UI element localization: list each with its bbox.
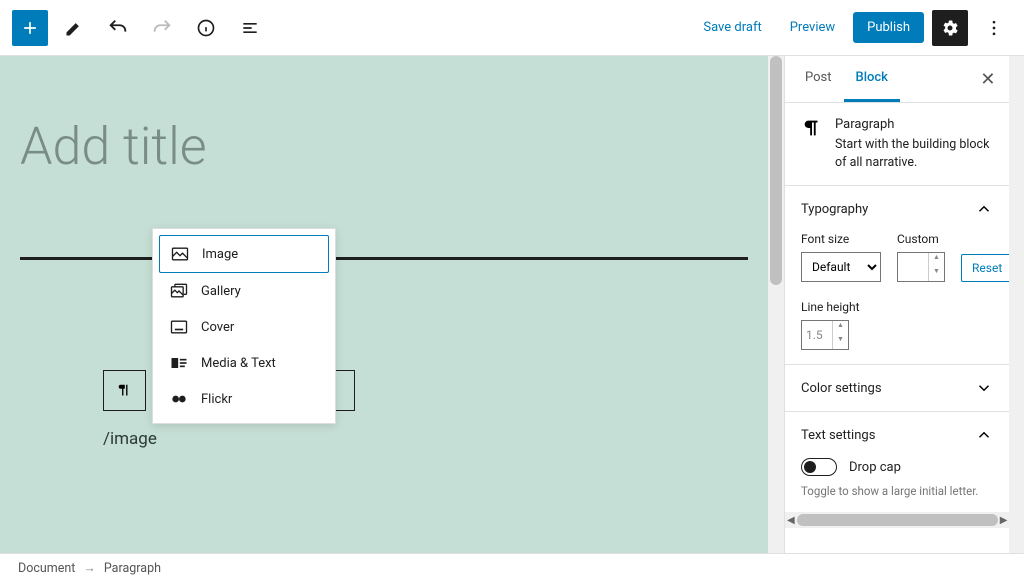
breadcrumb: Document → Paragraph [0,553,1024,583]
text-panel-toggle[interactable]: Text settings [801,426,993,444]
gallery-icon [169,281,189,301]
font-size-select[interactable]: Default [801,252,881,282]
chevron-up-icon [975,426,993,444]
block-type-button[interactable] [103,370,146,411]
popover-item-image[interactable]: Image [159,235,329,273]
line-height-input[interactable] [802,321,832,349]
cover-icon [169,317,189,337]
divider [20,257,748,260]
spin-up[interactable]: ▲ [929,253,944,267]
publish-button[interactable]: Publish [853,12,924,43]
save-draft-button[interactable]: Save draft [693,14,771,41]
block-name: Paragraph [835,117,993,132]
crumb-paragraph[interactable]: Paragraph [104,561,161,576]
editor-canvas[interactable]: /image Image Gallery [0,56,768,553]
paragraph-icon [801,117,823,139]
media-text-icon [169,353,189,373]
typography-panel-toggle[interactable]: Typography [801,200,993,218]
popover-item-cover[interactable]: Cover [159,309,329,345]
crumb-document[interactable]: Document [18,561,75,576]
sidebar-h-scrollbar[interactable]: ◀▶ [785,512,1009,528]
drop-cap-hint: Toggle to show a large initial letter. [801,484,993,498]
tab-block[interactable]: Block [844,56,900,102]
drop-cap-toggle[interactable] [801,458,837,476]
more-options-button[interactable] [976,10,1012,46]
popover-item-gallery[interactable]: Gallery [159,273,329,309]
outline-button[interactable] [232,10,268,46]
editor-scrollbar[interactable] [768,56,784,553]
popover-item-label: Gallery [201,284,241,299]
edit-mode-button[interactable] [56,10,92,46]
chevron-down-icon [975,379,993,397]
popover-item-label: Image [202,247,238,262]
close-sidebar-button[interactable]: ✕ [974,69,1001,90]
popover-item-media-text[interactable]: Media & Text [159,345,329,381]
block-inserter-popover: Image Gallery Cover [152,228,336,424]
popover-item-flickr[interactable]: Flickr [159,381,329,417]
redo-button[interactable] [144,10,180,46]
popover-item-label: Flickr [201,392,232,407]
image-icon [170,244,190,264]
font-size-label: Font size [801,232,881,246]
custom-font-size-input[interactable] [898,253,928,281]
tab-post[interactable]: Post [793,56,844,102]
info-button[interactable] [188,10,224,46]
undo-button[interactable] [100,10,136,46]
chevron-up-icon [975,200,993,218]
reset-button[interactable]: Reset [961,254,1009,282]
settings-button[interactable] [932,10,968,46]
block-description: Start with the building block of all nar… [835,136,993,171]
preview-button[interactable]: Preview [780,14,845,41]
spin-up[interactable]: ▲ [833,321,848,335]
spin-down[interactable]: ▼ [833,335,848,349]
custom-label: Custom [897,232,945,246]
popover-item-label: Cover [201,320,234,335]
spin-down[interactable]: ▼ [929,267,944,281]
flickr-icon [169,389,189,409]
drop-cap-label: Drop cap [849,460,901,475]
color-panel-toggle[interactable]: Color settings [801,379,993,397]
settings-sidebar: Post Block ✕ Paragraph Start with the bu… [784,56,1009,553]
add-block-button[interactable] [12,10,48,46]
paragraph-slash-text[interactable]: /image [103,429,157,449]
sidebar-v-scrollbar[interactable] [1009,56,1024,553]
line-height-label: Line height [801,300,993,314]
popover-item-label: Media & Text [201,356,276,371]
post-title-input[interactable] [20,116,720,177]
